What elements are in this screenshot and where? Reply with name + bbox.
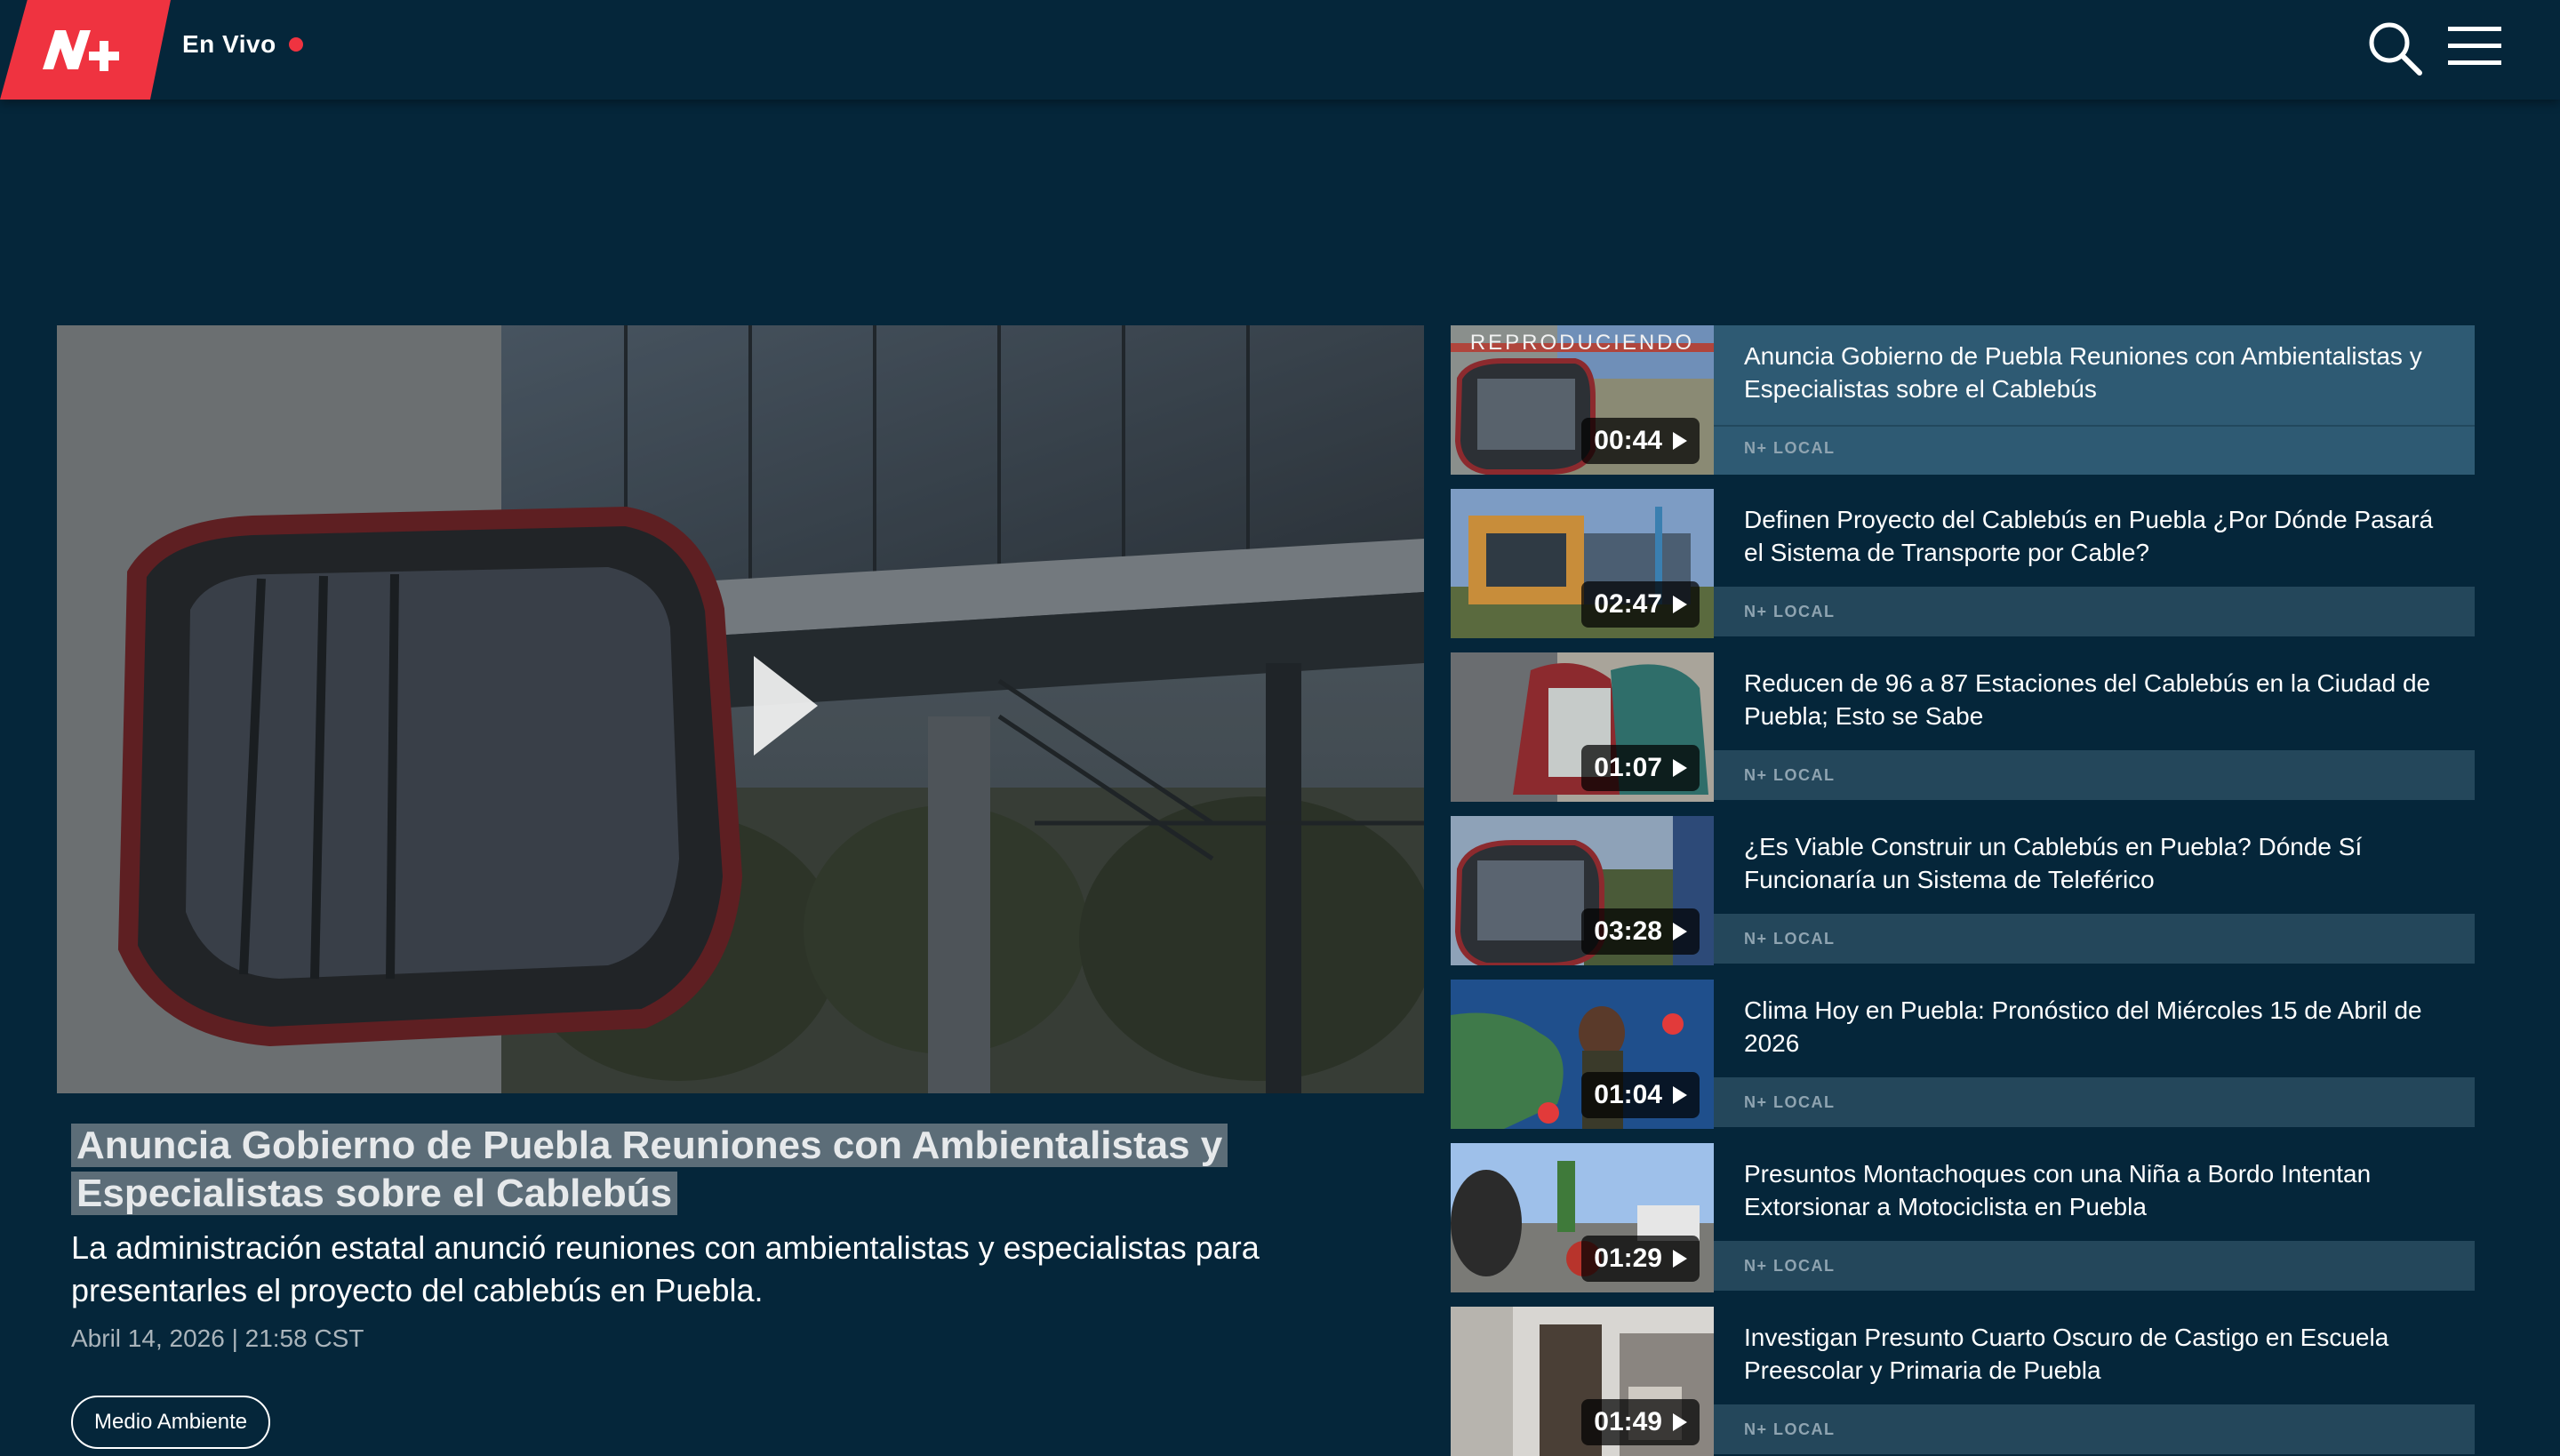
item-category: N+ LOCAL — [1744, 439, 1836, 457]
topic-tag-button[interactable]: Medio Ambiente — [71, 1396, 271, 1449]
site-header: En Vivo — [0, 0, 2560, 100]
playlist-item[interactable]: 01:04 Clima Hoy en Puebla: Pronóstico de… — [1451, 980, 2475, 1129]
item-title[interactable]: ¿Es Viable Construir un Cablebús en Pueb… — [1744, 830, 2446, 896]
live-label: En Vivo — [182, 30, 276, 58]
duration-badge: 03:28 — [1581, 908, 1700, 955]
play-icon — [1673, 1413, 1687, 1431]
item-title[interactable]: Clima Hoy en Puebla: Pronóstico del Miér… — [1744, 994, 2446, 1060]
play-icon[interactable] — [750, 652, 821, 759]
video-thumbnail[interactable]: 01:04 — [1451, 980, 1714, 1129]
duration-badge: 01:04 — [1581, 1072, 1700, 1118]
play-icon — [1673, 1250, 1687, 1268]
video-poster — [57, 325, 1424, 1093]
item-title[interactable]: Presuntos Montachoques con una Niña a Bo… — [1744, 1157, 2446, 1223]
nplus-logo-icon[interactable] — [0, 0, 171, 100]
video-thumbnail[interactable]: 01:07 — [1451, 652, 1714, 802]
duration-badge: 02:47 — [1581, 581, 1700, 628]
video-summary: La administración estatal anunció reunio… — [71, 1229, 1260, 1308]
playlist-item[interactable]: 01:29 Presuntos Montachoques con una Niñ… — [1451, 1143, 2475, 1292]
duration-text: 03:28 — [1594, 916, 1662, 946]
play-icon — [1673, 1086, 1687, 1104]
live-link[interactable]: En Vivo — [182, 30, 303, 59]
video-date: Abril 14, 2026 | 21:58 CST — [71, 1324, 364, 1352]
duration-text: 02:47 — [1594, 589, 1662, 619]
item-category: N+ LOCAL — [1744, 1093, 1836, 1111]
item-title[interactable]: Anuncia Gobierno de Puebla Reuniones con… — [1744, 340, 2446, 405]
duration-text: 00:44 — [1594, 426, 1662, 455]
video-thumbnail[interactable]: 01:49 — [1451, 1307, 1714, 1456]
play-icon — [1673, 759, 1687, 777]
item-title[interactable]: Investigan Presunto Cuarto Oscuro de Cas… — [1744, 1321, 2446, 1387]
video-thumbnail[interactable]: 03:28 — [1451, 816, 1714, 965]
item-category: N+ LOCAL — [1744, 603, 1836, 620]
duration-text: 01:04 — [1594, 1080, 1662, 1109]
item-category: N+ LOCAL — [1744, 1257, 1836, 1275]
video-title-text: Anuncia Gobierno de Puebla Reuniones con… — [71, 1124, 1228, 1215]
playlist-item[interactable]: 02:47 Definen Proyecto del Cablebús en P… — [1451, 489, 2475, 638]
duration-badge: 01:07 — [1581, 745, 1700, 791]
item-divider — [1714, 425, 2475, 427]
play-icon — [1673, 596, 1687, 613]
video-player[interactable] — [57, 325, 1424, 1093]
duration-badge: 01:49 — [1581, 1399, 1700, 1445]
item-category: N+ LOCAL — [1744, 930, 1836, 948]
item-category: N+ LOCAL — [1744, 1420, 1836, 1438]
playlist-item[interactable]: 01:07 Reducen de 96 a 87 Estaciones del … — [1451, 652, 2475, 802]
item-title[interactable]: Reducen de 96 a 87 Estaciones del Cableb… — [1744, 667, 2446, 732]
play-icon — [1673, 432, 1687, 450]
item-title[interactable]: Definen Proyecto del Cablebús en Puebla … — [1744, 503, 2446, 569]
search-icon[interactable] — [2364, 18, 2427, 80]
duration-text: 01:07 — [1594, 753, 1662, 782]
duration-text: 01:29 — [1594, 1244, 1662, 1273]
now-playing-label: REPRODUCIENDO — [1469, 331, 1695, 355]
video-thumbnail[interactable]: REPRODUCIENDO 00:44 — [1451, 325, 1714, 475]
playlist-item[interactable]: 03:28 ¿Es Viable Construir un Cablebús e… — [1451, 816, 2475, 965]
video-thumbnail[interactable]: 02:47 — [1451, 489, 1714, 638]
duration-text: 01:49 — [1594, 1407, 1662, 1436]
playlist-item[interactable]: 01:49 Investigan Presunto Cuarto Oscuro … — [1451, 1307, 2475, 1456]
duration-badge: 01:29 — [1581, 1236, 1700, 1282]
live-dot-icon — [288, 37, 303, 52]
play-icon — [1673, 923, 1687, 940]
hamburger-menu-icon[interactable] — [2446, 23, 2503, 69]
item-category: N+ LOCAL — [1744, 766, 1836, 784]
duration-badge: 00:44 — [1581, 418, 1700, 464]
playlist-item[interactable]: REPRODUCIENDO 00:44 Anuncia Gobierno de … — [1451, 325, 2475, 475]
video-thumbnail[interactable]: 01:29 — [1451, 1143, 1714, 1292]
video-title: Anuncia Gobierno de Puebla Reuniones con… — [71, 1122, 1404, 1218]
